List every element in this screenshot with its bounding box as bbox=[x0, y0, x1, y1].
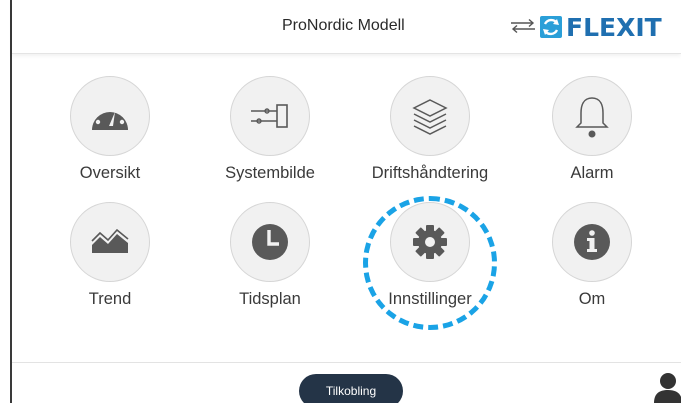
brand-name: FLEXIT bbox=[566, 12, 662, 42]
footer-divider bbox=[12, 362, 681, 363]
gear-icon bbox=[413, 225, 447, 259]
tile-driftshandtering[interactable]: Driftshåndtering bbox=[360, 76, 500, 183]
tile-button[interactable] bbox=[552, 76, 632, 156]
clock-icon bbox=[252, 224, 288, 260]
tile-button[interactable] bbox=[552, 202, 632, 282]
tile-button[interactable] bbox=[230, 202, 310, 282]
tile-button[interactable] bbox=[70, 76, 150, 156]
tile-label: Om bbox=[578, 290, 606, 308]
gauge-icon bbox=[92, 104, 128, 130]
tile-systembilde[interactable]: Systembilde bbox=[200, 76, 340, 183]
tile-label: Innstillinger bbox=[388, 290, 472, 308]
tile-button[interactable] bbox=[390, 76, 470, 156]
flexit-logo: FLEXIT bbox=[540, 12, 662, 42]
tile-label: Systembilde bbox=[225, 164, 315, 182]
info-icon bbox=[574, 224, 610, 260]
tile-label: Alarm bbox=[570, 164, 614, 182]
tile-label: Driftshåndtering bbox=[371, 164, 489, 182]
page-title: ProNordic Modell bbox=[282, 17, 405, 34]
tile-label: Oversikt bbox=[79, 164, 141, 182]
tile-trend[interactable]: Trend bbox=[40, 202, 180, 309]
tile-alarm[interactable]: Alarm bbox=[522, 76, 662, 183]
logo-mark-icon bbox=[540, 16, 562, 38]
trend-chart-icon bbox=[91, 229, 129, 253]
bell-icon bbox=[575, 97, 609, 138]
tile-oversikt[interactable]: Oversikt bbox=[40, 76, 180, 183]
layers-icon bbox=[412, 99, 448, 135]
tile-innstillinger[interactable]: Innstillinger bbox=[360, 202, 500, 309]
tile-label: Trend bbox=[88, 290, 132, 308]
connect-button[interactable]: Tilkobling bbox=[299, 374, 403, 403]
swap-arrows-icon[interactable] bbox=[509, 18, 539, 34]
tile-om[interactable]: Om bbox=[522, 202, 662, 309]
tile-button[interactable] bbox=[230, 76, 310, 156]
tile-tidsplan[interactable]: Tidsplan bbox=[200, 202, 340, 309]
header-bar: ProNordic Modell FLEXIT bbox=[12, 0, 681, 54]
tile-button[interactable] bbox=[70, 202, 150, 282]
app-window: ProNordic Modell FLEXIT Oversikt Systemb… bbox=[0, 0, 681, 403]
user-icon[interactable] bbox=[651, 372, 681, 403]
tile-label: Tidsplan bbox=[239, 290, 301, 308]
window-border bbox=[10, 0, 12, 403]
tile-button[interactable] bbox=[390, 202, 470, 282]
system-diagram-icon bbox=[251, 104, 288, 128]
